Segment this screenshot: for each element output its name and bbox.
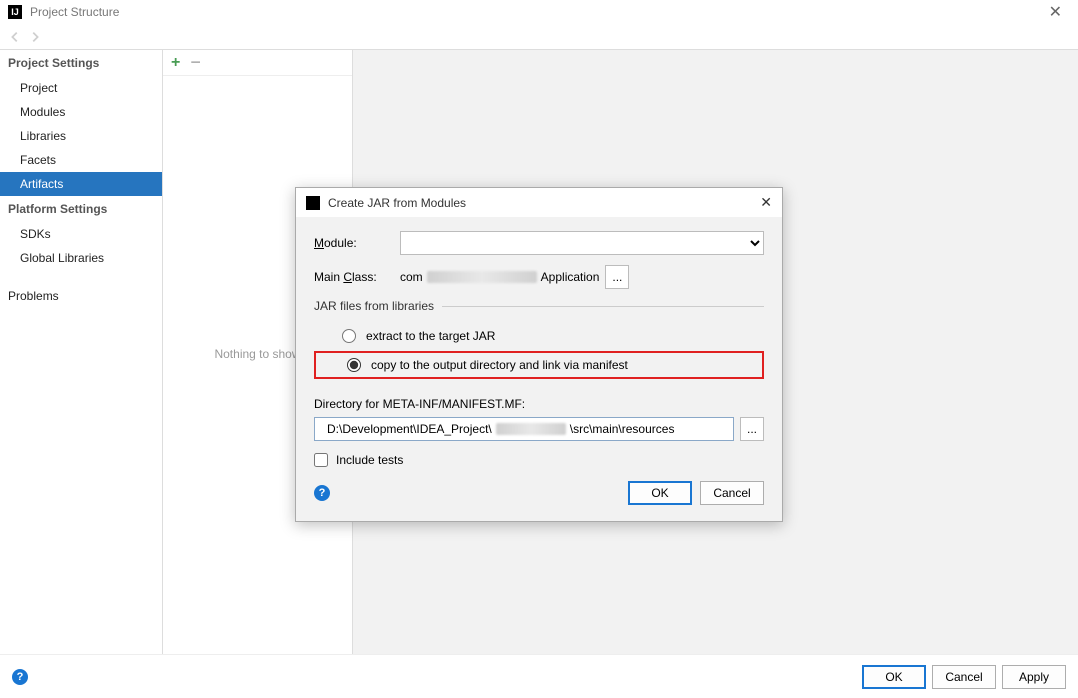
dialog-close-icon[interactable]: ✕ [760, 194, 772, 211]
jar-libraries-legend: JAR files from libraries [314, 299, 442, 313]
radio-copy-label: copy to the output directory and link vi… [371, 358, 628, 372]
main-class-label: Main Class: [314, 270, 394, 284]
include-tests-checkbox[interactable] [314, 453, 328, 467]
dialog-ok-button[interactable]: OK [628, 481, 692, 505]
module-select[interactable] [400, 231, 764, 255]
main-class-prefix: com [400, 270, 423, 284]
include-tests-row[interactable]: Include tests [314, 453, 764, 467]
include-tests-label: Include tests [336, 453, 403, 467]
dialog-titlebar: Create JAR from Modules ✕ [296, 188, 782, 217]
create-jar-dialog: Create JAR from Modules ✕ Module: Main C… [295, 187, 783, 522]
module-label: Module: [314, 236, 394, 250]
dialog-help-icon[interactable]: ? [314, 485, 330, 501]
radio-copy[interactable] [347, 358, 361, 372]
main-class-browse-button[interactable]: ... [605, 265, 629, 289]
highlight-box: copy to the output directory and link vi… [314, 351, 764, 379]
dir-prefix: D:\Development\IDEA_Project\ [327, 422, 492, 436]
main-class-suffix: Application [541, 270, 600, 284]
redacted [427, 271, 537, 283]
redacted [496, 423, 566, 435]
modal-overlay: Create JAR from Modules ✕ Module: Main C… [0, 0, 1078, 698]
dir-suffix: \src\main\resources [570, 422, 675, 436]
directory-input[interactable]: D:\Development\IDEA_Project\ \src\main\r… [314, 417, 734, 441]
dialog-cancel-button[interactable]: Cancel [700, 481, 764, 505]
directory-label: Directory for META-INF/MANIFEST.MF: [314, 397, 764, 411]
jar-libraries-group: JAR files from libraries extract to the … [314, 299, 764, 387]
directory-browse-button[interactable]: ... [740, 417, 764, 441]
radio-extract-row[interactable]: extract to the target JAR [314, 323, 764, 349]
radio-copy-row[interactable]: copy to the output directory and link vi… [319, 356, 759, 374]
dialog-title: Create JAR from Modules [328, 196, 466, 210]
dialog-app-icon [306, 196, 320, 210]
dialog-footer: ? OK Cancel [314, 481, 764, 507]
main-class-field[interactable]: com Application [400, 270, 599, 284]
radio-extract-label: extract to the target JAR [366, 329, 495, 343]
radio-extract[interactable] [342, 329, 356, 343]
